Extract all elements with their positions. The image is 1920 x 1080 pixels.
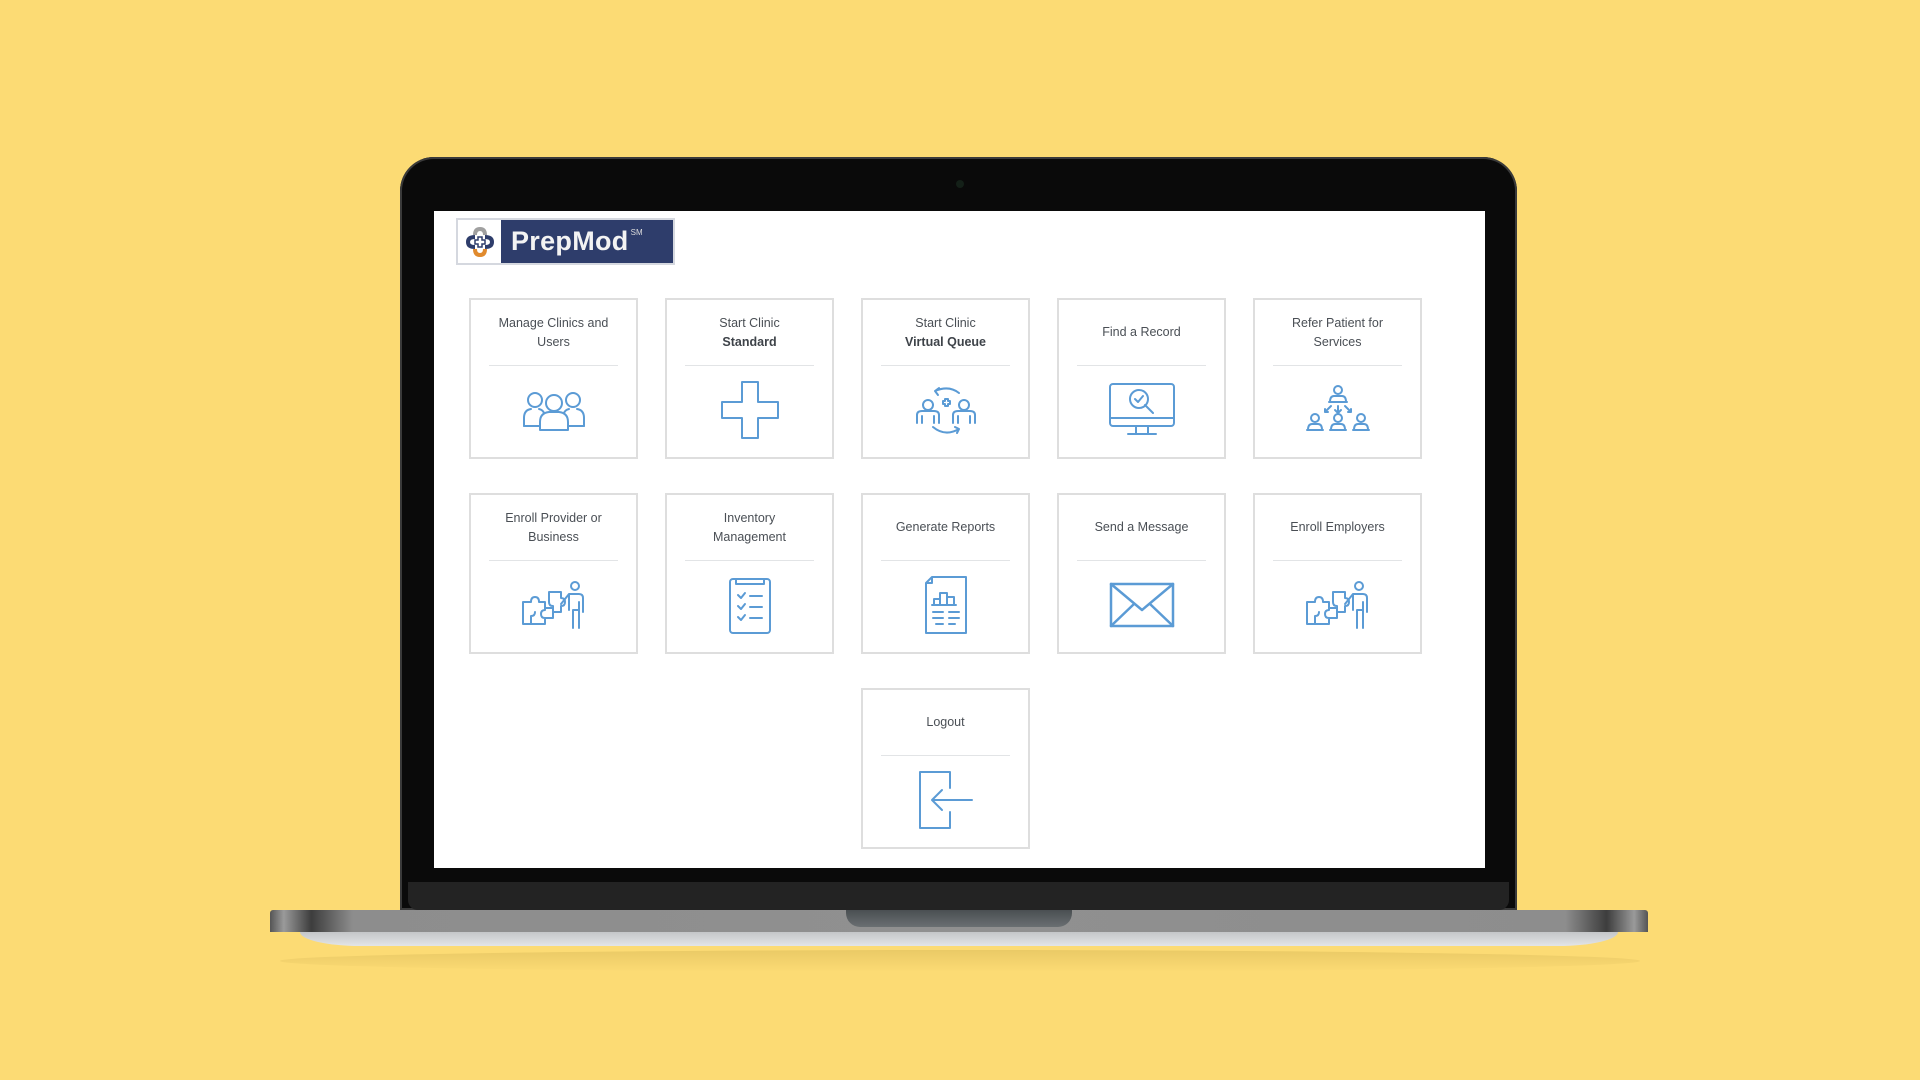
- tile-manage-clinics-users[interactable]: Manage Clinics and Users: [469, 298, 638, 459]
- virtual-queue-icon: [863, 378, 1028, 442]
- logout-door-icon: [863, 768, 1028, 832]
- tile-title: Enroll Employers: [1273, 495, 1402, 561]
- tile-refer-patient[interactable]: Refer Patient for Services: [1253, 298, 1422, 459]
- tile-title: Start Clinic Virtual Queue: [881, 300, 1010, 366]
- tile-title: Manage Clinics and Users: [489, 300, 618, 366]
- tile-title: Inventory Management: [685, 495, 814, 561]
- laptop-base-lip: [300, 932, 1618, 946]
- tile-inventory-management[interactable]: Inventory Management: [665, 493, 834, 654]
- tile-enroll-provider-business[interactable]: Enroll Provider or Business: [469, 493, 638, 654]
- tile-label-bold: Virtual Queue: [904, 334, 987, 349]
- tile-label: Start Clinic: [719, 315, 780, 330]
- puzzle-person-icon: [471, 573, 636, 637]
- trademark-mark: SM: [630, 228, 643, 237]
- clipboard-checklist-icon: [667, 573, 832, 637]
- prepmod-logo-icon: [458, 220, 501, 263]
- tile-find-a-record[interactable]: Find a Record: [1057, 298, 1226, 459]
- tile-start-clinic-virtual-queue[interactable]: Start Clinic Virtual Queue: [861, 298, 1030, 459]
- envelope-icon: [1059, 573, 1224, 637]
- tile-title: Find a Record: [1077, 300, 1206, 366]
- tile-logout[interactable]: Logout: [861, 688, 1030, 849]
- tile-enroll-employers[interactable]: Enroll Employers: [1253, 493, 1422, 654]
- tile-send-a-message[interactable]: Send a Message: [1057, 493, 1226, 654]
- tile-title: Send a Message: [1077, 495, 1206, 561]
- laptop-opening-notch: [846, 910, 1072, 927]
- tile-title: Refer Patient for Services: [1273, 300, 1402, 366]
- tile-label: Inventory Management: [713, 510, 786, 544]
- tile-title: Generate Reports: [881, 495, 1010, 561]
- referral-hierarchy-icon: [1255, 378, 1420, 442]
- tile-title: Start Clinic Standard: [685, 300, 814, 366]
- app-screen: PrepMod SM Manage Clinics and Users Star…: [434, 211, 1485, 868]
- tile-label-bold: Standard: [722, 334, 777, 349]
- tile-label: Logout: [926, 715, 965, 729]
- app-name: PrepMod: [511, 226, 629, 256]
- tile-label: Enroll Provider or Business: [505, 510, 602, 544]
- monitor-search-icon: [1059, 378, 1224, 442]
- prepmod-logo[interactable]: PrepMod SM: [456, 218, 675, 265]
- tile-start-clinic-standard[interactable]: Start Clinic Standard: [665, 298, 834, 459]
- puzzle-person-icon: [1255, 573, 1420, 637]
- tile-title: Logout: [881, 690, 1010, 756]
- tile-label: Manage Clinics and Users: [498, 315, 609, 349]
- tile-generate-reports[interactable]: Generate Reports: [861, 493, 1030, 654]
- tile-label: Enroll Employers: [1290, 520, 1385, 534]
- tile-label: Send a Message: [1094, 520, 1189, 534]
- tile-label: Start Clinic: [915, 315, 976, 330]
- users-group-icon: [471, 378, 636, 442]
- report-document-icon: [863, 573, 1028, 637]
- tile-label: Refer Patient for Services: [1291, 315, 1383, 349]
- medical-cross-icon: [667, 378, 832, 442]
- tile-label: Generate Reports: [895, 520, 996, 534]
- tile-title: Enroll Provider or Business: [489, 495, 618, 561]
- webcam: [956, 180, 964, 188]
- laptop-shadow: [280, 950, 1640, 972]
- laptop-hinge: [408, 882, 1509, 910]
- tile-label: Find a Record: [1102, 325, 1181, 339]
